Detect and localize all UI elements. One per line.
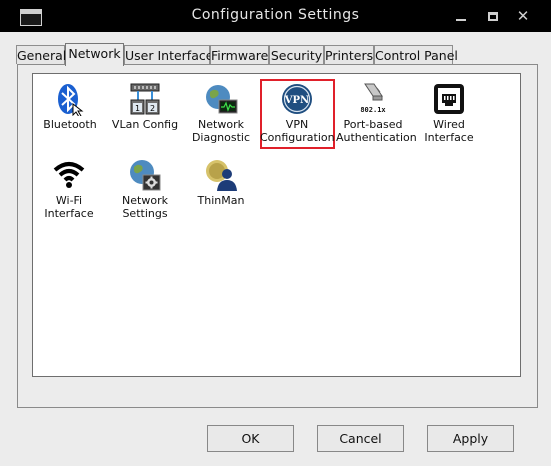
title-bar[interactable]: Configuration Settings ✕: [0, 0, 551, 32]
item-network-settings[interactable]: Network Settings: [108, 158, 182, 220]
item-label: VLan Config: [111, 118, 179, 131]
item-label: ThinMan: [197, 194, 245, 207]
cancel-button[interactable]: Cancel: [317, 425, 404, 452]
network-diagnostic-icon: [204, 82, 238, 116]
tab-user-interface[interactable]: User Interface: [124, 45, 213, 64]
vpn-icon: VPN: [280, 82, 314, 116]
item-label: Network Diagnostic: [191, 118, 251, 144]
port-auth-icon: 802.1x: [356, 82, 390, 116]
item-label: Port-based Authentication: [336, 118, 417, 144]
port-auth-icon-text: 802.1x: [360, 106, 386, 114]
item-label: Network Settings: [122, 194, 168, 220]
svg-text:1: 1: [135, 104, 140, 113]
maximize-icon: [488, 12, 498, 21]
tab-firmware[interactable]: Firmware: [210, 45, 269, 64]
ok-button[interactable]: OK: [207, 425, 294, 452]
apply-button[interactable]: Apply: [427, 425, 514, 452]
tab-control-panel[interactable]: Control Panel: [374, 45, 458, 64]
wired-ethernet-icon: [432, 82, 466, 116]
tab-general[interactable]: General: [16, 45, 66, 64]
vlan-config-icon: 1 2: [128, 82, 162, 116]
vpn-icon-text: VPN: [284, 95, 309, 106]
item-label: Bluetooth: [43, 118, 97, 131]
item-wired-interface[interactable]: Wired Interface: [412, 82, 486, 144]
bluetooth-icon: [53, 82, 87, 118]
configuration-settings-window: Configuration Settings ✕ General Network…: [0, 0, 551, 466]
item-label: Wired Interface: [424, 118, 474, 144]
thinman-icon: [204, 158, 238, 192]
item-thinman[interactable]: ThinMan: [184, 158, 258, 207]
item-vpn-configuration[interactable]: VPN VPN Configuration: [260, 82, 335, 144]
minimize-button[interactable]: [451, 6, 471, 26]
tab-security[interactable]: Security: [269, 45, 324, 64]
minimize-icon: [456, 19, 466, 21]
item-port-based-authentication[interactable]: 802.1x Port-based Authentication: [336, 82, 417, 144]
tab-network[interactable]: Network: [65, 43, 124, 66]
tab-printers[interactable]: Printers: [324, 45, 374, 64]
close-button[interactable]: ✕: [513, 6, 533, 26]
item-label: Wi-Fi Interface: [44, 194, 94, 220]
wifi-icon: [52, 158, 86, 192]
item-label: VPN Configuration: [260, 118, 335, 144]
item-vlan-config[interactable]: 1 2 VLan Config: [108, 82, 182, 131]
maximize-button[interactable]: [484, 6, 504, 26]
item-network-diagnostic[interactable]: Network Diagnostic: [184, 82, 258, 144]
svg-text:2: 2: [150, 104, 155, 113]
close-icon: ✕: [516, 7, 530, 25]
network-settings-icon: [128, 158, 162, 192]
item-bluetooth[interactable]: Bluetooth: [33, 82, 107, 131]
item-wifi-interface[interactable]: Wi-Fi Interface: [32, 158, 106, 220]
